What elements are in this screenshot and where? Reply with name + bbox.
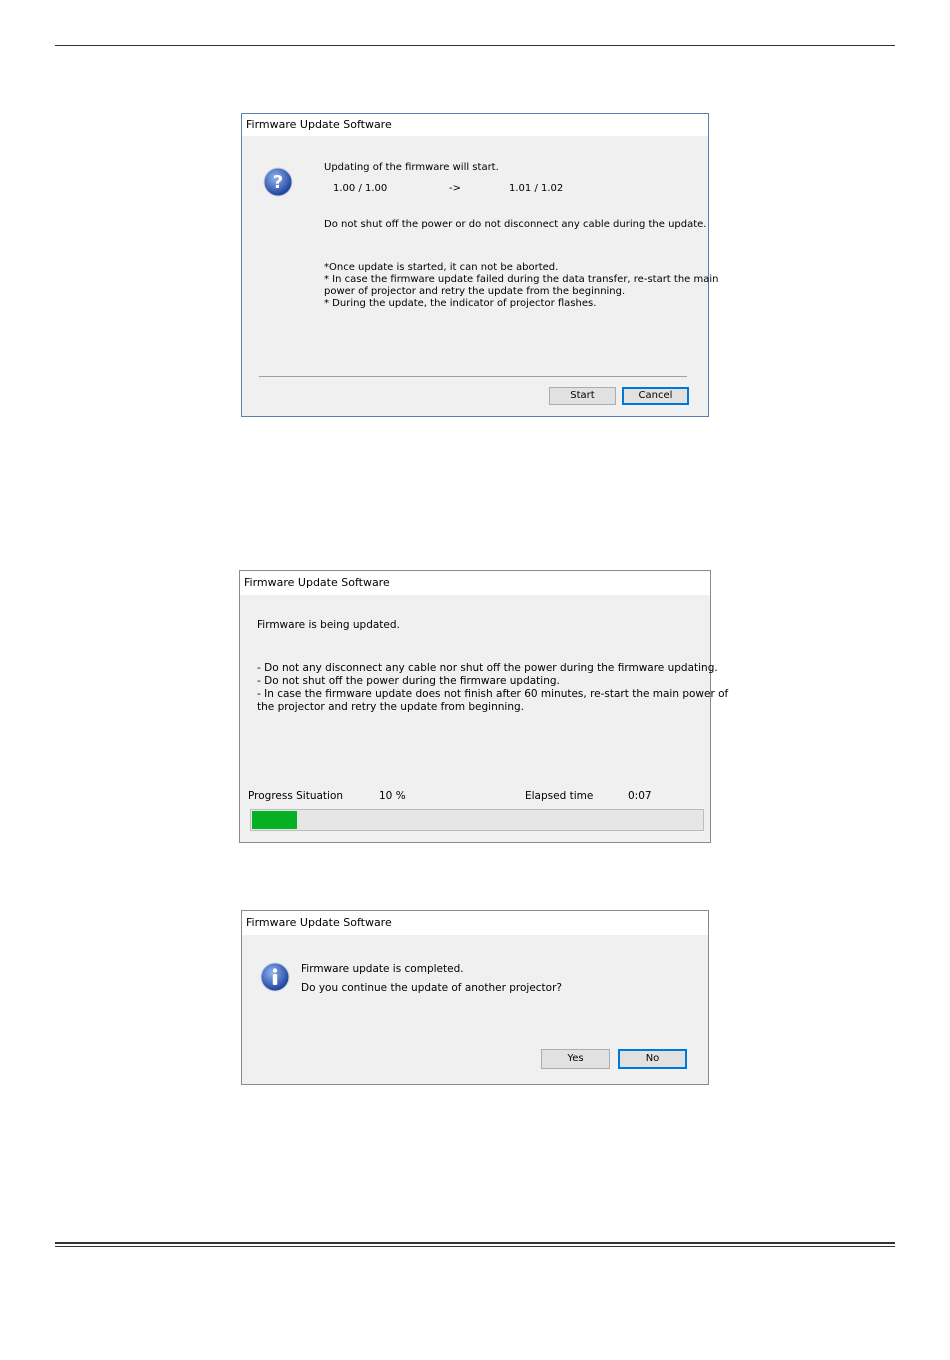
button-separator bbox=[259, 376, 687, 377]
dialog-title: Firmware Update Software bbox=[240, 571, 710, 595]
question-icon: ? bbox=[263, 167, 293, 197]
message-line: Firmware update is completed. bbox=[301, 963, 464, 975]
start-button[interactable]: Start bbox=[549, 387, 616, 405]
note-line: - In case the firmware update does not f… bbox=[257, 688, 729, 700]
cancel-button[interactable]: Cancel bbox=[622, 387, 689, 405]
note-line: power of projector and retry the update … bbox=[324, 286, 626, 297]
update-complete-dialog: Firmware Update Software Firmware update… bbox=[241, 910, 709, 1085]
note-line: - Do not shut off the power during the f… bbox=[257, 675, 560, 687]
progress-value: 10 % bbox=[379, 790, 406, 802]
status-text: Firmware is being updated. bbox=[257, 619, 400, 631]
warning-text: Do not shut off the power or do not disc… bbox=[324, 219, 707, 230]
note-line: *Once update is started, it can not be a… bbox=[324, 262, 559, 273]
progress-bar-fill bbox=[252, 811, 297, 829]
elapsed-value: 0:07 bbox=[628, 790, 652, 802]
info-icon bbox=[260, 962, 290, 992]
dialog-title: Firmware Update Software bbox=[242, 911, 708, 935]
footer-rule bbox=[55, 1242, 895, 1244]
message-line: Do you continue the update of another pr… bbox=[301, 982, 562, 994]
new-version: 1.01 / 1.02 bbox=[509, 183, 564, 194]
no-button[interactable]: No bbox=[618, 1049, 687, 1069]
progress-bar bbox=[250, 809, 704, 831]
update-progress-dialog: Firmware Update Software Firmware is bei… bbox=[239, 570, 728, 843]
svg-text:?: ? bbox=[273, 172, 283, 193]
footer-rule bbox=[55, 1246, 895, 1247]
header-rule bbox=[55, 45, 895, 46]
elapsed-label: Elapsed time bbox=[525, 790, 594, 802]
progress-label: Progress Situation bbox=[248, 790, 344, 802]
note-line: the projector and retry the update from … bbox=[257, 701, 524, 713]
note-line: * During the update, the indicator of pr… bbox=[324, 298, 597, 309]
note-line: * In case the firmware update failed dur… bbox=[324, 274, 719, 285]
current-version: 1.00 / 1.00 bbox=[333, 183, 388, 194]
version-arrow: -> bbox=[449, 183, 461, 194]
yes-button[interactable]: Yes bbox=[541, 1049, 610, 1069]
note-line: - Do not any disconnect any cable nor sh… bbox=[257, 662, 718, 674]
message: Updating of the firmware will start. bbox=[324, 162, 499, 173]
start-update-dialog: Firmware Update Software ? Updating of t… bbox=[241, 113, 718, 417]
dialog-title: Firmware Update Software bbox=[242, 114, 708, 136]
